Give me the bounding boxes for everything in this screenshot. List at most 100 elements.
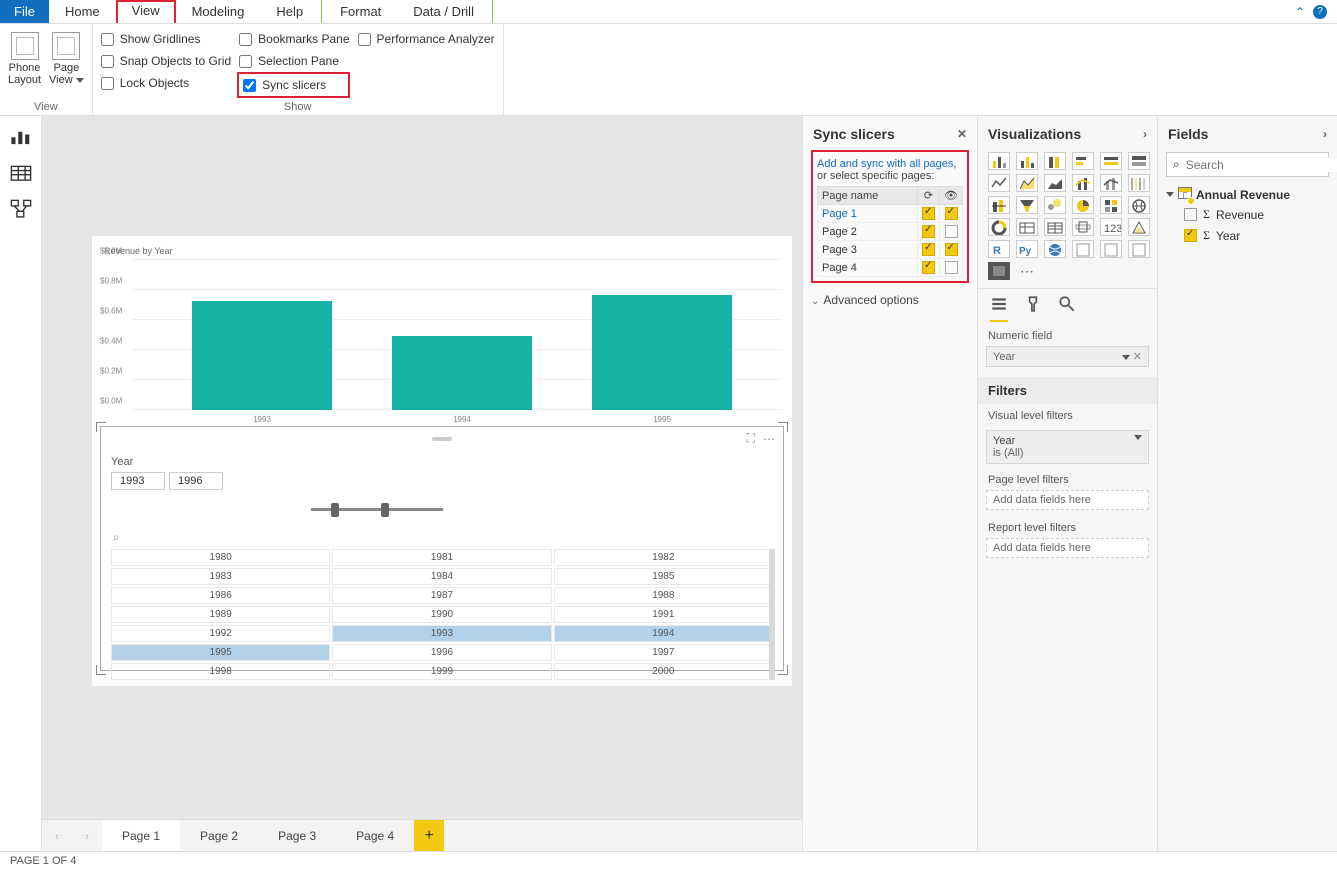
- viz-type-icon[interactable]: [1128, 218, 1150, 236]
- viz-type-icon[interactable]: [1072, 174, 1094, 192]
- year-cell[interactable]: 1994: [554, 625, 773, 642]
- visible-checkbox[interactable]: [945, 225, 958, 238]
- sync-page-name[interactable]: Page 3: [818, 241, 918, 259]
- menu-view[interactable]: View: [116, 0, 176, 23]
- bar[interactable]: [392, 336, 532, 410]
- year-cell[interactable]: 1983: [111, 568, 330, 585]
- close-icon[interactable]: ✕: [957, 127, 967, 141]
- viz-type-icon[interactable]: [1016, 196, 1038, 214]
- viz-type-icon[interactable]: [1072, 218, 1094, 236]
- visible-checkbox[interactable]: [945, 207, 958, 220]
- chevron-right-icon[interactable]: ›: [1323, 127, 1327, 141]
- sync-checkbox[interactable]: [922, 243, 935, 256]
- bar-chart[interactable]: Revenue by Year $0.0M$0.2M$0.4M$0.6M$0.8…: [92, 246, 792, 421]
- year-cell[interactable]: 1981: [332, 549, 551, 566]
- field-checkbox[interactable]: [1184, 229, 1197, 242]
- remove-field-icon[interactable]: ✕: [1133, 351, 1142, 363]
- advanced-options-toggle[interactable]: ⌄Advanced options: [803, 283, 977, 317]
- page-filter-well[interactable]: Add data fields here: [986, 490, 1149, 510]
- format-tab[interactable]: [1024, 295, 1042, 322]
- viz-type-icon[interactable]: 123: [1100, 218, 1122, 236]
- year-cell[interactable]: 1985: [554, 568, 773, 585]
- year-grid[interactable]: 1980198119821983198419851986198719881989…: [111, 549, 773, 680]
- snap-objects-checkbox[interactable]: Snap Objects to Grid: [101, 50, 231, 72]
- year-cell[interactable]: 1980: [111, 549, 330, 566]
- menu-file[interactable]: File: [0, 0, 49, 23]
- slicer-to-input[interactable]: 1996: [169, 472, 223, 490]
- sync-checkbox[interactable]: [922, 225, 935, 238]
- viz-type-icon[interactable]: [1044, 174, 1066, 192]
- viz-type-icon[interactable]: [1128, 196, 1150, 214]
- year-cell[interactable]: 1997: [554, 644, 773, 661]
- year-cell[interactable]: 1986: [111, 587, 330, 604]
- visual-filter-item[interactable]: Yearis (All): [986, 430, 1149, 464]
- page-tab[interactable]: Page 1: [102, 820, 180, 851]
- visible-checkbox[interactable]: [945, 261, 958, 274]
- viz-type-icon[interactable]: [988, 174, 1010, 192]
- analytics-tab[interactable]: [1058, 295, 1076, 322]
- sync-page-name[interactable]: Page 2: [818, 223, 918, 241]
- year-cell[interactable]: 1990: [332, 606, 551, 623]
- sync-slicers-checkbox[interactable]: Sync slicers: [243, 74, 343, 96]
- viz-type-icon[interactable]: [1016, 174, 1038, 192]
- viz-type-icon[interactable]: [1016, 218, 1038, 236]
- year-cell[interactable]: 1998: [111, 663, 330, 680]
- more-visuals-icon[interactable]: ⋯: [1016, 262, 1038, 280]
- menu-data-drill[interactable]: Data / Drill: [397, 0, 490, 23]
- report-filter-well[interactable]: Add data fields here: [986, 538, 1149, 558]
- bookmarks-pane-checkbox[interactable]: Bookmarks Pane: [239, 28, 349, 50]
- search-input[interactable]: [1186, 158, 1337, 172]
- year-cell[interactable]: 1996: [332, 644, 551, 661]
- viz-type-icon[interactable]: [1044, 152, 1066, 170]
- drag-handle-icon[interactable]: [432, 437, 452, 441]
- slicer-from-input[interactable]: 1993: [111, 472, 165, 490]
- fields-tab[interactable]: [990, 295, 1008, 322]
- viz-type-icon[interactable]: [1100, 196, 1122, 214]
- help-icon[interactable]: ?: [1313, 5, 1327, 19]
- field-item[interactable]: ΣYear: [1166, 225, 1329, 246]
- year-cell[interactable]: 1999: [332, 663, 551, 680]
- viz-type-icon[interactable]: [1100, 240, 1122, 258]
- report-canvas[interactable]: Revenue by Year $0.0M$0.2M$0.4M$0.6M$0.8…: [42, 116, 802, 819]
- visible-checkbox[interactable]: [945, 243, 958, 256]
- show-gridlines-checkbox[interactable]: Show Gridlines: [101, 28, 231, 50]
- year-cell[interactable]: 1993: [332, 625, 551, 642]
- expand-icon[interactable]: [1166, 192, 1174, 197]
- slider-thumb-right[interactable]: [381, 503, 389, 517]
- sync-all-pages-link[interactable]: Add and sync with all pages: [817, 158, 953, 170]
- field-checkbox[interactable]: [1184, 208, 1197, 221]
- numeric-field-well[interactable]: Year ✕: [986, 346, 1149, 367]
- chevron-down-icon[interactable]: [1122, 355, 1130, 360]
- menu-format[interactable]: Format: [324, 0, 397, 23]
- page-tab[interactable]: Page 2: [180, 820, 258, 851]
- page-tab[interactable]: Page 4: [336, 820, 414, 851]
- chevron-right-icon[interactable]: ›: [1143, 127, 1147, 141]
- model-view-icon[interactable]: [10, 200, 32, 218]
- selection-pane-checkbox[interactable]: Selection Pane: [239, 50, 349, 72]
- viz-type-icon[interactable]: [1128, 152, 1150, 170]
- page-view-button[interactable]: Page View: [49, 28, 84, 86]
- sync-checkbox[interactable]: [922, 261, 935, 274]
- year-cell[interactable]: 2000: [554, 663, 773, 680]
- year-cell[interactable]: 1992: [111, 625, 330, 642]
- menu-home[interactable]: Home: [49, 0, 116, 23]
- field-item[interactable]: ΣRevenue: [1166, 204, 1329, 225]
- range-slider[interactable]: [121, 500, 763, 520]
- viz-type-icon[interactable]: [988, 218, 1010, 236]
- viz-type-icon[interactable]: [1016, 152, 1038, 170]
- more-options-icon[interactable]: ⋯: [763, 432, 775, 446]
- data-view-icon[interactable]: [10, 164, 32, 182]
- viz-type-icon[interactable]: Py: [1016, 240, 1038, 258]
- bar[interactable]: [192, 301, 332, 410]
- performance-analyzer-checkbox[interactable]: Performance Analyzer: [358, 28, 495, 50]
- year-cell[interactable]: 1995: [111, 644, 330, 661]
- chevron-down-icon[interactable]: [1134, 435, 1142, 440]
- bar[interactable]: [592, 295, 732, 410]
- viz-type-icon[interactable]: [1072, 240, 1094, 258]
- page-next-button[interactable]: ›: [72, 820, 102, 851]
- menu-help[interactable]: Help: [260, 0, 319, 23]
- menu-modeling[interactable]: Modeling: [176, 0, 261, 23]
- year-cell[interactable]: 1988: [554, 587, 773, 604]
- viz-type-selected[interactable]: [988, 262, 1010, 280]
- viz-type-icon[interactable]: [1128, 240, 1150, 258]
